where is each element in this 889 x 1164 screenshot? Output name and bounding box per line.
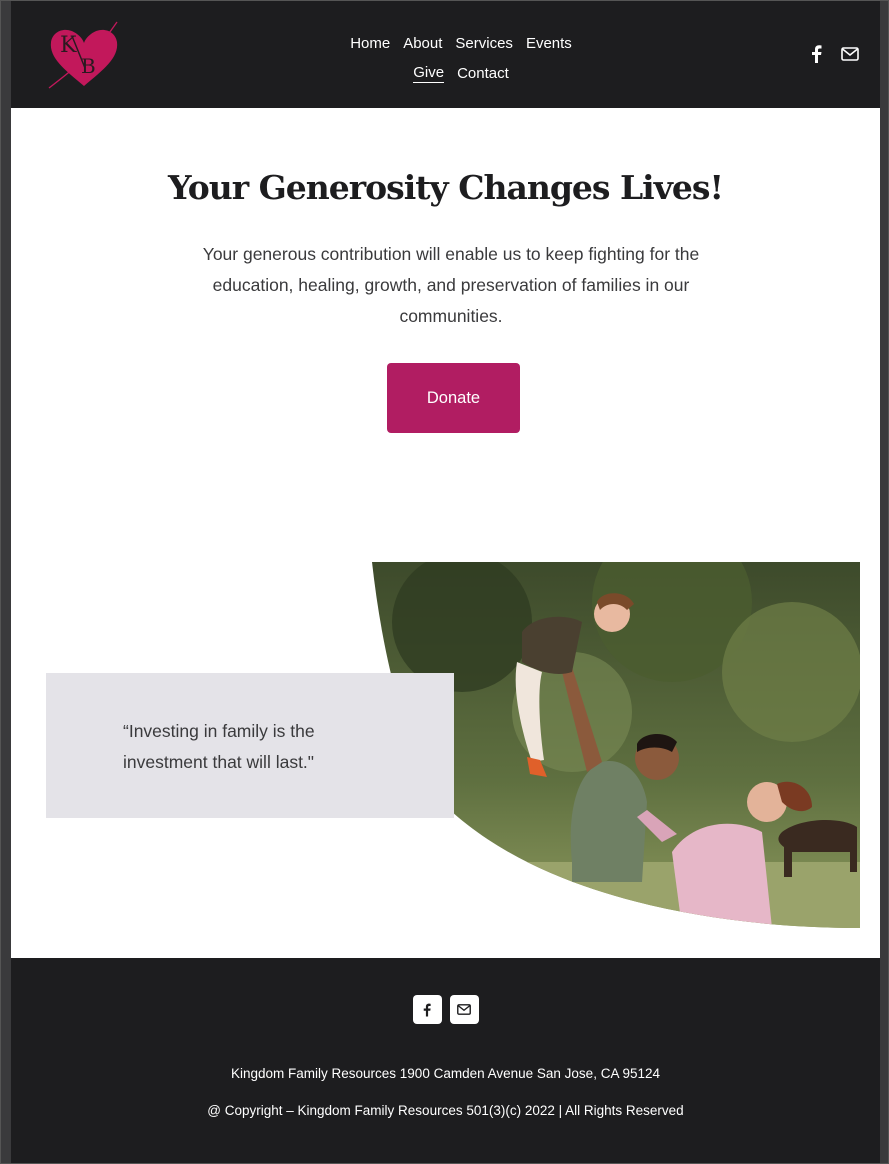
facebook-icon[interactable] [412,995,442,1024]
main-nav: Home About Services Events Give Contact [311,28,611,88]
site-header: K B Home About Services Events Give Cont… [11,0,880,108]
brand-logo[interactable]: K B [45,18,123,92]
nav-link-contact[interactable]: Contact [457,65,509,82]
nav-link-services[interactable]: Services [455,35,513,52]
donate-button[interactable]: Donate [387,363,520,433]
svg-text:B: B [81,54,96,78]
nav-link-give[interactable]: Give [413,64,445,83]
nav-link-events[interactable]: Events [526,35,572,52]
main-content: Your Generosity Changes Lives! Your gene… [11,108,880,958]
nav-row-2: Give Contact [311,58,611,88]
hero-description: Your generous contribution will enable u… [202,244,700,326]
mail-icon[interactable] [449,995,479,1024]
header-social-icons [806,44,860,64]
nav-row-1: Home About Services Events [311,28,611,58]
nav-link-about[interactable]: About [403,35,442,52]
quote-box: “Investing in family is the investment t… [46,673,454,818]
footer-address: Kingdom Family Resources 1900 Camden Ave… [230,1066,660,1081]
site-footer: Kingdom Family Resources 1900 Camden Ave… [11,958,880,1164]
facebook-icon[interactable] [806,44,826,64]
footer-copyright: @ Copyright – Kingdom Family Resources 5… [207,1103,684,1118]
hero-title: Your Generosity Changes Lives! [168,168,724,207]
nav-link-home[interactable]: Home [350,35,390,52]
svg-text:K: K [60,33,77,58]
mail-icon[interactable] [840,44,860,64]
footer-social-icons [11,995,880,1024]
quote-text: “Investing in family is the investment t… [123,721,315,772]
